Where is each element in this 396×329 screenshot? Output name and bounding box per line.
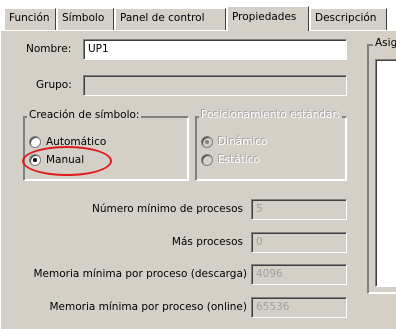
nombre-label: Nombre: <box>26 43 72 55</box>
mem-download-input[interactable]: 4096 <box>251 264 347 285</box>
radio-dinamico-label: Dinámico <box>218 136 268 148</box>
assign-group-title: Asig <box>373 37 396 50</box>
more-processes-input[interactable]: 0 <box>251 232 347 253</box>
grupo-input[interactable] <box>83 75 347 96</box>
mem-download-label: Memoria mínima por proceso (descarga) <box>33 268 247 280</box>
properties-dialog: Función Símbolo Panel de control Propied… <box>0 0 396 329</box>
tab-descripcion[interactable]: Descripción <box>310 8 387 30</box>
grupo-label: Grupo: <box>36 79 72 91</box>
radio-automatico-label: Automático <box>46 136 107 148</box>
tab-propiedades[interactable]: Propiedades <box>227 6 309 31</box>
symbol-creation-title: Creación de símbolo: <box>27 109 142 122</box>
radio-manual[interactable]: Manual <box>29 153 139 167</box>
tab-simbolo[interactable]: Símbolo <box>57 8 114 30</box>
min-processes-input[interactable]: 5 <box>251 199 347 220</box>
radio-estatico-button[interactable] <box>201 154 213 166</box>
radio-selected-dot <box>205 140 209 144</box>
tab-funcion[interactable]: Función <box>4 8 56 30</box>
assign-list[interactable] <box>375 59 396 287</box>
tab-strip: Función Símbolo Panel de control Propied… <box>0 6 396 31</box>
radio-automatico[interactable]: Automático <box>29 135 139 149</box>
mem-online-label: Memoria mínima por proceso (online) <box>49 301 247 313</box>
properties-panel: Nombre: UP1 Grupo: Creación de símbolo: … <box>0 30 396 329</box>
standard-positioning-title: Posicionamiento estándar: <box>199 109 343 122</box>
mem-online-input[interactable]: 65536 <box>251 297 347 318</box>
radio-manual-label: Manual <box>46 154 85 166</box>
radio-estatico[interactable]: Estático <box>201 153 311 167</box>
radio-dinamico-button[interactable] <box>201 136 213 148</box>
radio-manual-button[interactable] <box>29 154 41 166</box>
radio-selected-dot <box>33 158 37 162</box>
min-processes-label: Número mínimo de procesos <box>92 203 243 215</box>
radio-automatico-button[interactable] <box>29 136 41 148</box>
nombre-input[interactable]: UP1 <box>83 39 347 60</box>
more-processes-label: Más procesos <box>171 236 243 248</box>
tab-panel-de-control[interactable]: Panel de control <box>115 8 226 30</box>
radio-estatico-label: Estático <box>218 154 260 166</box>
radio-dinamico[interactable]: Dinámico <box>201 135 311 149</box>
